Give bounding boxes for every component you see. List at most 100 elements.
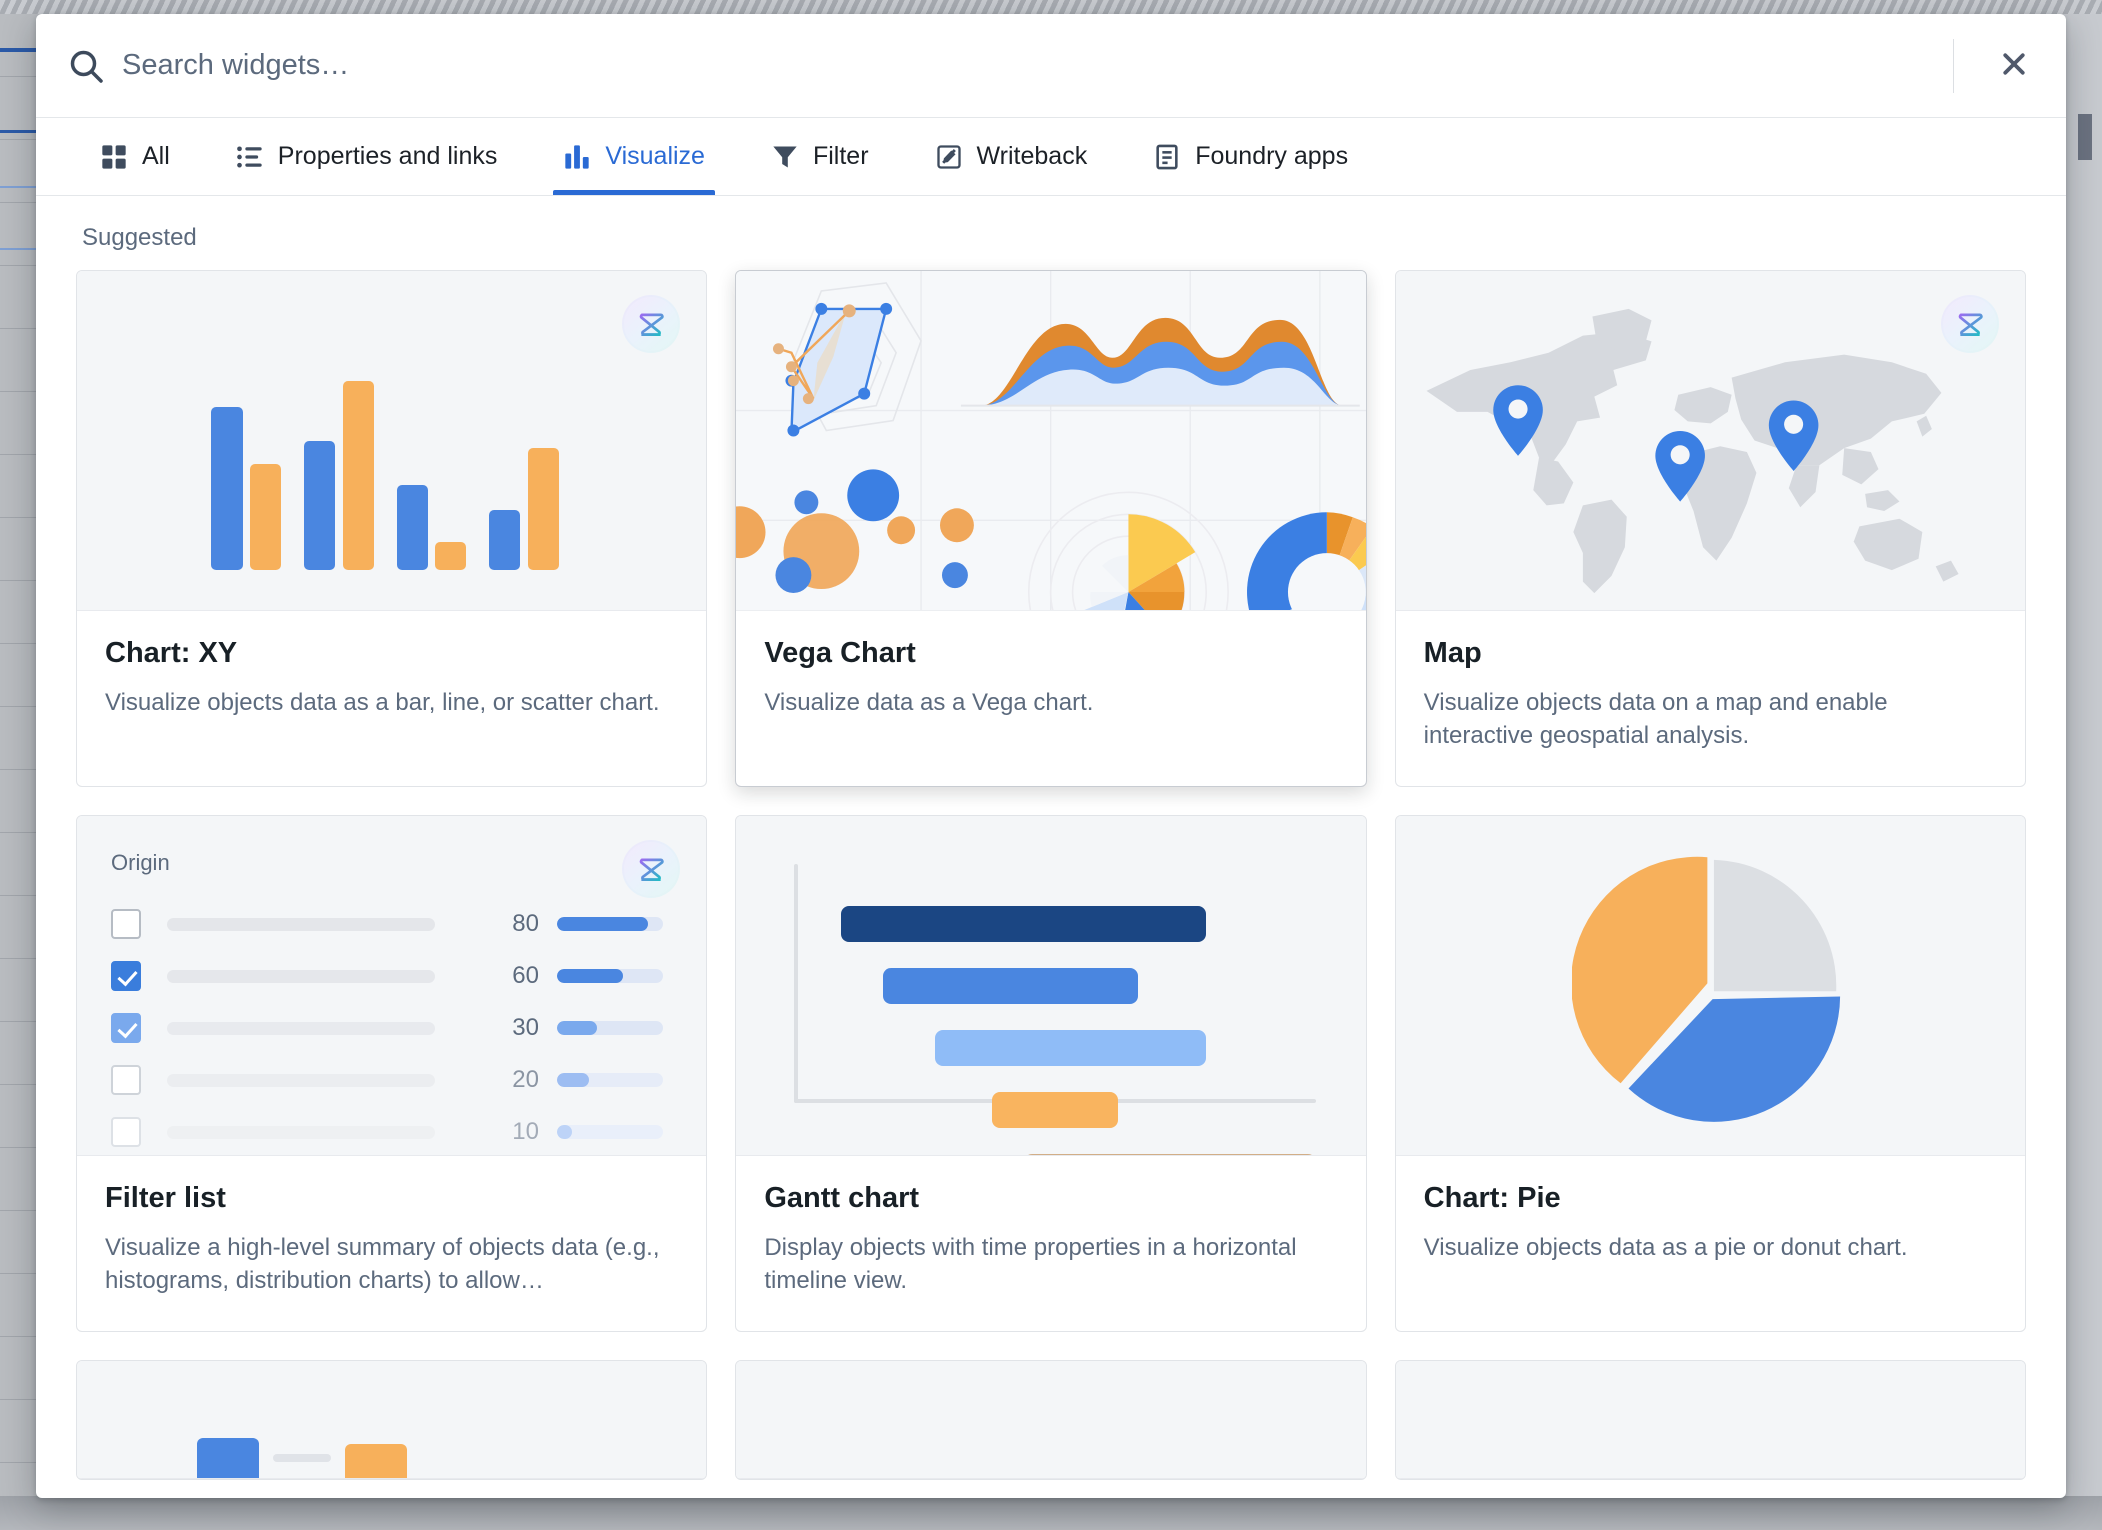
filter-row: 30 [111,1002,670,1054]
card-title: Vega Chart [764,637,916,669]
widget-list-scroll-area[interactable]: Suggested Chart: XY Visualize objects da… [36,196,2066,1498]
pie-slice [1714,859,1837,991]
pie-chart-preview [1395,816,2025,1157]
chart-xy-preview [77,271,707,611]
filter-count: 30 [512,1014,539,1042]
backdrop-hatch-strip [0,0,2102,14]
filter-bar-track [557,917,663,932]
ai-badge-icon [1938,293,2001,355]
close-icon [1999,49,2029,82]
ai-badge-icon [620,293,683,355]
filter-row: 60 [111,950,670,1002]
card-text: Gantt chart Display objects with time pr… [736,1156,1365,1331]
search-input[interactable] [122,43,1935,88]
widget-card-chart-pie[interactable]: Chart: Pie Visualize objects data as a p… [1394,815,2026,1333]
bar-chart-preview [195,311,606,570]
category-tabs: All Properties and links Visualize Filte… [36,118,2066,196]
preview-bar [396,484,428,570]
gantt-y-axis [794,864,799,1104]
filter-row: 20 [111,1054,670,1106]
tab-writeback[interactable]: Writeback [913,118,1110,195]
tab-all[interactable]: All [78,118,192,195]
pie-chart-graphic [1572,856,1841,1122]
card-title: Chart: Pie [1423,1182,1561,1215]
filter-label-placeholder [167,1125,435,1139]
filter-count: 60 [512,962,539,990]
widget-card-grid: Chart: XY Visualize objects data as a ba… [76,270,2026,1333]
card-description: Visualize objects data as a bar, line, o… [105,689,660,716]
card-title: Gantt chart [764,1182,920,1215]
tab-filter[interactable]: Filter [749,118,891,195]
filter-count: 80 [512,910,539,938]
checkbox-icon [111,1065,141,1096]
card-title: Filter list [105,1182,226,1215]
checkbox-icon [111,961,141,992]
card-text: Vega Chart Visualize data as a Vega char… [736,611,1365,753]
section-title: Suggested [82,224,197,251]
tab-label: All [142,142,170,170]
widget-card-partial[interactable] [76,1360,708,1481]
card-title: Chart: XY [105,637,238,669]
grid-icon [100,143,128,171]
tab-properties-and-links[interactable]: Properties and links [214,118,520,195]
checkbox-icon [111,1013,141,1044]
preview-bar [304,440,336,570]
gantt-graphic [794,864,1316,1156]
gantt-chart-preview [736,816,1366,1157]
partial-preview [736,1361,1366,1480]
widget-card-vega-chart[interactable]: Vega Chart Visualize data as a Vega char… [735,270,1367,788]
card-title: Map [1423,637,1482,669]
funnel-icon [771,143,799,171]
widget-card-partial[interactable] [735,1360,1367,1481]
tab-label: Foundry apps [1195,142,1349,170]
tab-visualize[interactable]: Visualize [541,118,727,195]
widget-card-partial[interactable] [1394,1360,2026,1481]
card-text: Map Visualize objects data on a map and … [1396,611,2025,786]
search-icon [66,46,106,86]
card-text: Filter list Visualize a high-level summa… [77,1156,706,1331]
filter-count: 20 [512,1066,539,1094]
tab-label: Properties and links [277,142,498,170]
vega-preview-graphic [736,271,1366,610]
filter-list-preview: Origin 80 60 30 20 10 [77,816,707,1157]
filter-row: 80 [111,898,670,950]
preview-divider [273,1454,331,1463]
preview-bar [250,463,282,570]
card-text: Chart: XY Visualize objects data as a ba… [77,611,706,753]
filter-group-label: Origin [111,850,170,876]
widget-card-chart-xy[interactable]: Chart: XY Visualize objects data as a ba… [76,270,708,788]
widget-card-filter-list[interactable]: Origin 80 60 30 20 10 Filter list Visual… [76,815,708,1333]
filter-label-placeholder [167,1021,435,1035]
backdrop-right-block [2078,114,2092,160]
preview-bar [345,1444,407,1479]
filter-bar-track [557,1021,663,1036]
gantt-bar [992,1092,1118,1129]
widget-card-gantt-chart[interactable]: Gantt chart Display objects with time pr… [735,815,1367,1333]
gantt-bar [882,968,1139,1005]
filter-label-placeholder [167,917,435,931]
tab-foundry-apps[interactable]: Foundry apps [1131,118,1370,195]
filter-row: 10 [111,1106,670,1155]
card-description: Visualize objects data as a pie or donut… [1423,1234,1908,1262]
checkbox-icon [111,909,141,940]
list-icon [236,143,264,171]
filter-count: 10 [512,1118,539,1146]
backdrop-bottom-strip [0,1496,2102,1530]
filter-bar-track [557,1073,663,1088]
preview-bar [211,406,243,570]
tab-label: Visualize [605,142,705,170]
search-bar [36,14,2066,118]
close-button[interactable] [1988,40,2040,92]
toolbar-divider [1953,38,1954,93]
card-description: Visualize a high-level summary of object… [105,1234,660,1295]
edit-icon [935,143,963,171]
tab-label: Writeback [976,142,1088,170]
card-text: Chart: Pie Visualize objects data as a p… [1396,1156,2025,1298]
preview-bar [342,380,374,570]
widget-picker-dialog: All Properties and links Visualize [36,14,2066,1498]
bar-chart-icon [563,143,591,171]
preview-bar [489,510,521,570]
gantt-bar [935,1030,1207,1067]
widget-card-map[interactable]: Map Visualize objects data on a map and … [1394,270,2026,788]
partial-preview [1395,1361,2025,1480]
